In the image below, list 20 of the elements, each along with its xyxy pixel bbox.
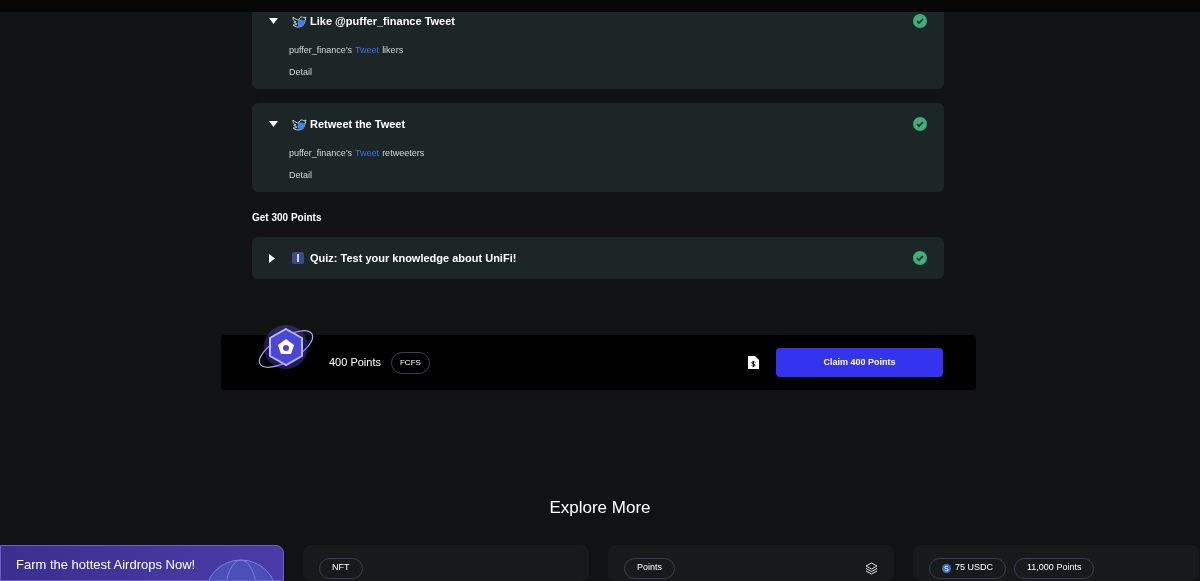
detail-link[interactable]: Detail [289,168,312,182]
description-text: puffer_finance's [289,44,353,57]
task-title[interactable]: Retweet the Tweet [310,118,406,130]
description-text: retweeters [382,147,425,160]
airdrop-banner[interactable]: Farm the hottest Airdrops Now! [0,544,284,581]
section-heading: Get 300 Points [252,211,323,225]
description-text: likers [382,44,404,57]
detail-link[interactable]: Detail [289,65,312,79]
claim-button[interactable]: Claim 400 Points [776,348,943,377]
task-title[interactable]: Quiz: Test your knowledge about UniFi! [310,252,517,264]
tweet-link[interactable]: Tweet [355,147,380,161]
section-title: Explore More [548,497,652,519]
banner-text: Farm the hottest Airdrops Now! [16,556,196,572]
task-title[interactable]: Like @puffer_finance Tweet [310,15,455,27]
tweet-link[interactable]: Tweet [355,44,380,58]
points-label: 400 Points [329,355,381,371]
description-text: puffer_finance's [289,147,353,160]
explore-card[interactable]: NFT [303,544,589,581]
explore-card[interactable]: Points [608,544,894,581]
explore-card[interactable]: 75 USDC 11,000 Points [913,544,1199,581]
